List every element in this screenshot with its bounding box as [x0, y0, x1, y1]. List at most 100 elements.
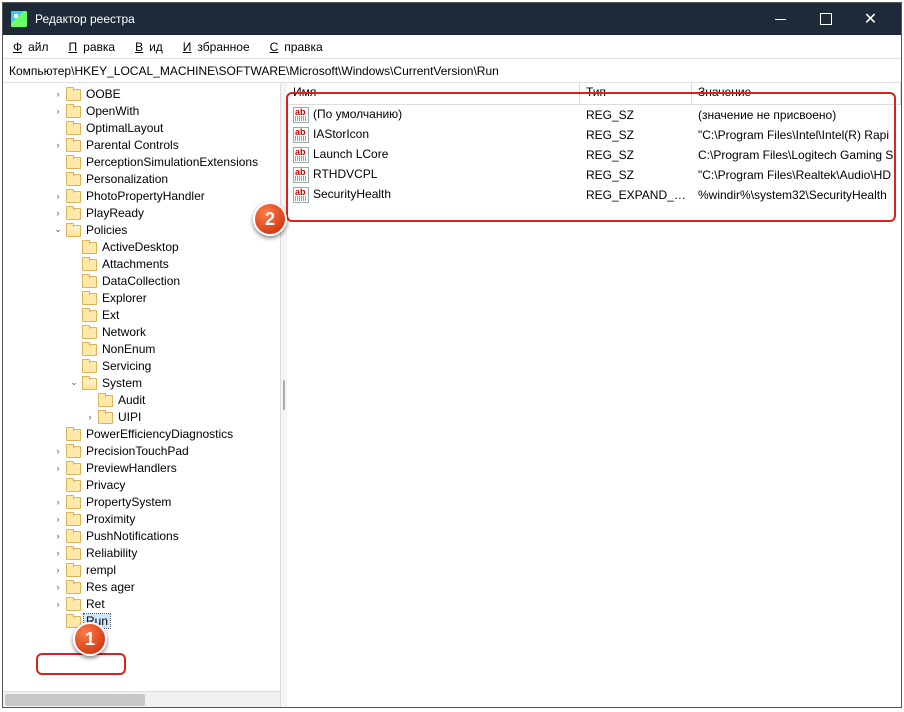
- value-row[interactable]: IAStorIconREG_SZ"C:\Program Files\Intel\…: [287, 125, 901, 145]
- column-type[interactable]: Тип: [580, 83, 692, 104]
- address-bar[interactable]: Компьютер\HKEY_LOCAL_MACHINE\SOFTWARE\Mi…: [3, 59, 901, 83]
- tree-item[interactable]: ›Servicing: [3, 357, 280, 374]
- tree-item[interactable]: ›Run: [3, 612, 280, 629]
- window-buttons: ✕: [758, 3, 893, 35]
- tree-item[interactable]: ›rempl: [3, 561, 280, 578]
- tree-item[interactable]: › UIPI: [3, 408, 280, 425]
- tree-item[interactable]: ›PrecisionTouchPad: [3, 442, 280, 459]
- tree-item[interactable]: ›Attachments: [3, 255, 280, 272]
- menu-file[interactable]: Файл: [7, 38, 61, 56]
- tree-item[interactable]: ›PhotoPropertyHandler: [3, 187, 280, 204]
- value-row[interactable]: Launch LCoreREG_SZC:\Program Files\Logit…: [287, 145, 901, 165]
- value-row[interactable]: SecurityHealthREG_EXPAND_SZ%windir%\syst…: [287, 185, 901, 205]
- folder-icon: [65, 155, 81, 169]
- expand-icon[interactable]: ›: [51, 208, 65, 218]
- tree-item-label: ActiveDesktop: [100, 240, 181, 254]
- tree-item[interactable]: ›OpenWith: [3, 102, 280, 119]
- tree-item-label: Res ager: [84, 580, 137, 594]
- tree-item[interactable]: ›PowerEfficiencyDiagnostics: [3, 425, 280, 442]
- value-name: RTHDVCPL: [313, 167, 377, 181]
- tree-item[interactable]: ›Audit: [3, 391, 280, 408]
- tree-item[interactable]: › Ret: [3, 595, 280, 612]
- tree-pane[interactable]: › OOBE›OpenWith›OptimalLayout›Parental Co…: [3, 83, 281, 707]
- menu-help[interactable]: Справка: [264, 38, 335, 56]
- expand-icon[interactable]: ›: [51, 463, 65, 473]
- tree-item[interactable]: ›Parental Controls: [3, 136, 280, 153]
- tree-item[interactable]: ›NonEnum: [3, 340, 280, 357]
- collapse-icon[interactable]: ⌄: [51, 224, 65, 235]
- tree-item-label: Policies: [84, 223, 129, 237]
- tree-item[interactable]: ›Ext: [3, 306, 280, 323]
- tree-item[interactable]: › Res ager: [3, 578, 280, 595]
- tree-item[interactable]: ›ActiveDesktop: [3, 238, 280, 255]
- app-icon: [11, 11, 27, 27]
- menu-edit[interactable]: Правка: [63, 38, 128, 56]
- scrollbar-thumb[interactable]: [5, 694, 145, 706]
- maximize-button[interactable]: [803, 3, 848, 35]
- tree-item-label: Ret: [84, 597, 107, 611]
- tree-item-label: PushNotifications: [84, 529, 181, 543]
- tree-item[interactable]: ⌄System: [3, 374, 280, 391]
- expand-icon[interactable]: ›: [51, 106, 65, 116]
- folder-icon: [65, 495, 81, 509]
- value-type: REG_SZ: [580, 168, 692, 182]
- tree-item[interactable]: ›PropertySystem: [3, 493, 280, 510]
- folder-icon: [81, 240, 97, 254]
- tree-item[interactable]: ›Privacy: [3, 476, 280, 493]
- folder-icon: [65, 223, 81, 237]
- expand-icon[interactable]: ›: [51, 497, 65, 507]
- folder-icon: [65, 597, 81, 611]
- value-row[interactable]: (По умолчанию)REG_SZ(значение не присвое…: [287, 105, 901, 125]
- tree-item[interactable]: › PreviewHandlers: [3, 459, 280, 476]
- menu-view[interactable]: Вид: [129, 38, 175, 56]
- expand-icon[interactable]: ›: [51, 446, 65, 456]
- expand-icon[interactable]: ›: [51, 514, 65, 524]
- expand-icon[interactable]: ›: [51, 191, 65, 201]
- close-button[interactable]: ✕: [848, 3, 893, 35]
- tree-item-label: NonEnum: [100, 342, 157, 356]
- tree-item[interactable]: ›Personalization: [3, 170, 280, 187]
- values-pane[interactable]: Имя Тип Значение (По умолчанию)REG_SZ(зн…: [287, 83, 901, 707]
- callout-2: 2: [253, 202, 287, 236]
- values-header: Имя Тип Значение: [287, 83, 901, 105]
- tree-item[interactable]: ›PlayReady: [3, 204, 280, 221]
- folder-icon: [65, 478, 81, 492]
- tree-item[interactable]: › OOBE: [3, 85, 280, 102]
- column-name[interactable]: Имя: [287, 83, 580, 104]
- tree-item-label: PreviewHandlers: [84, 461, 179, 475]
- expand-icon[interactable]: ›: [51, 565, 65, 575]
- tree-horizontal-scrollbar[interactable]: [3, 691, 280, 707]
- path-text: Компьютер\HKEY_LOCAL_MACHINE\SOFTWARE\Mi…: [9, 64, 499, 78]
- titlebar[interactable]: Редактор реестра ✕: [3, 3, 901, 35]
- value-row[interactable]: RTHDVCPLREG_SZ"C:\Program Files\Realtek\…: [287, 165, 901, 185]
- tree-item[interactable]: ›Reliability: [3, 544, 280, 561]
- tree-item[interactable]: ›Network: [3, 323, 280, 340]
- expand-icon[interactable]: ›: [51, 140, 65, 150]
- tree-item[interactable]: ›Explorer: [3, 289, 280, 306]
- tree-item-label: Audit: [116, 393, 147, 407]
- expand-icon[interactable]: ›: [51, 582, 65, 592]
- tree-item-label: Ext: [100, 308, 121, 322]
- menu-favorites[interactable]: Избранное: [177, 38, 262, 56]
- folder-icon: [65, 461, 81, 475]
- expand-icon[interactable]: ›: [51, 599, 65, 609]
- expand-icon[interactable]: ›: [83, 412, 97, 422]
- minimize-button[interactable]: [758, 3, 803, 35]
- tree-item-label: OOBE: [84, 87, 123, 101]
- tree-item-label: Servicing: [100, 359, 153, 373]
- tree-item[interactable]: ⌄ Policies: [3, 221, 280, 238]
- tree-item-label: DataCollection: [100, 274, 182, 288]
- tree-item[interactable]: › PushNotifications: [3, 527, 280, 544]
- expand-icon[interactable]: ›: [51, 548, 65, 558]
- tree-item[interactable]: ›Proximity: [3, 510, 280, 527]
- tree-item-label: UIPI: [116, 410, 143, 424]
- column-value[interactable]: Значение: [692, 83, 901, 104]
- expand-icon[interactable]: ›: [51, 531, 65, 541]
- folder-icon: [65, 104, 81, 118]
- tree-item[interactable]: ›OptimalLayout: [3, 119, 280, 136]
- collapse-icon[interactable]: ⌄: [67, 377, 81, 388]
- expand-icon[interactable]: ›: [51, 89, 65, 99]
- tree-item[interactable]: ›PerceptionSimulationExtensions: [3, 153, 280, 170]
- string-value-icon: [293, 187, 309, 203]
- tree-item[interactable]: ›DataCollection: [3, 272, 280, 289]
